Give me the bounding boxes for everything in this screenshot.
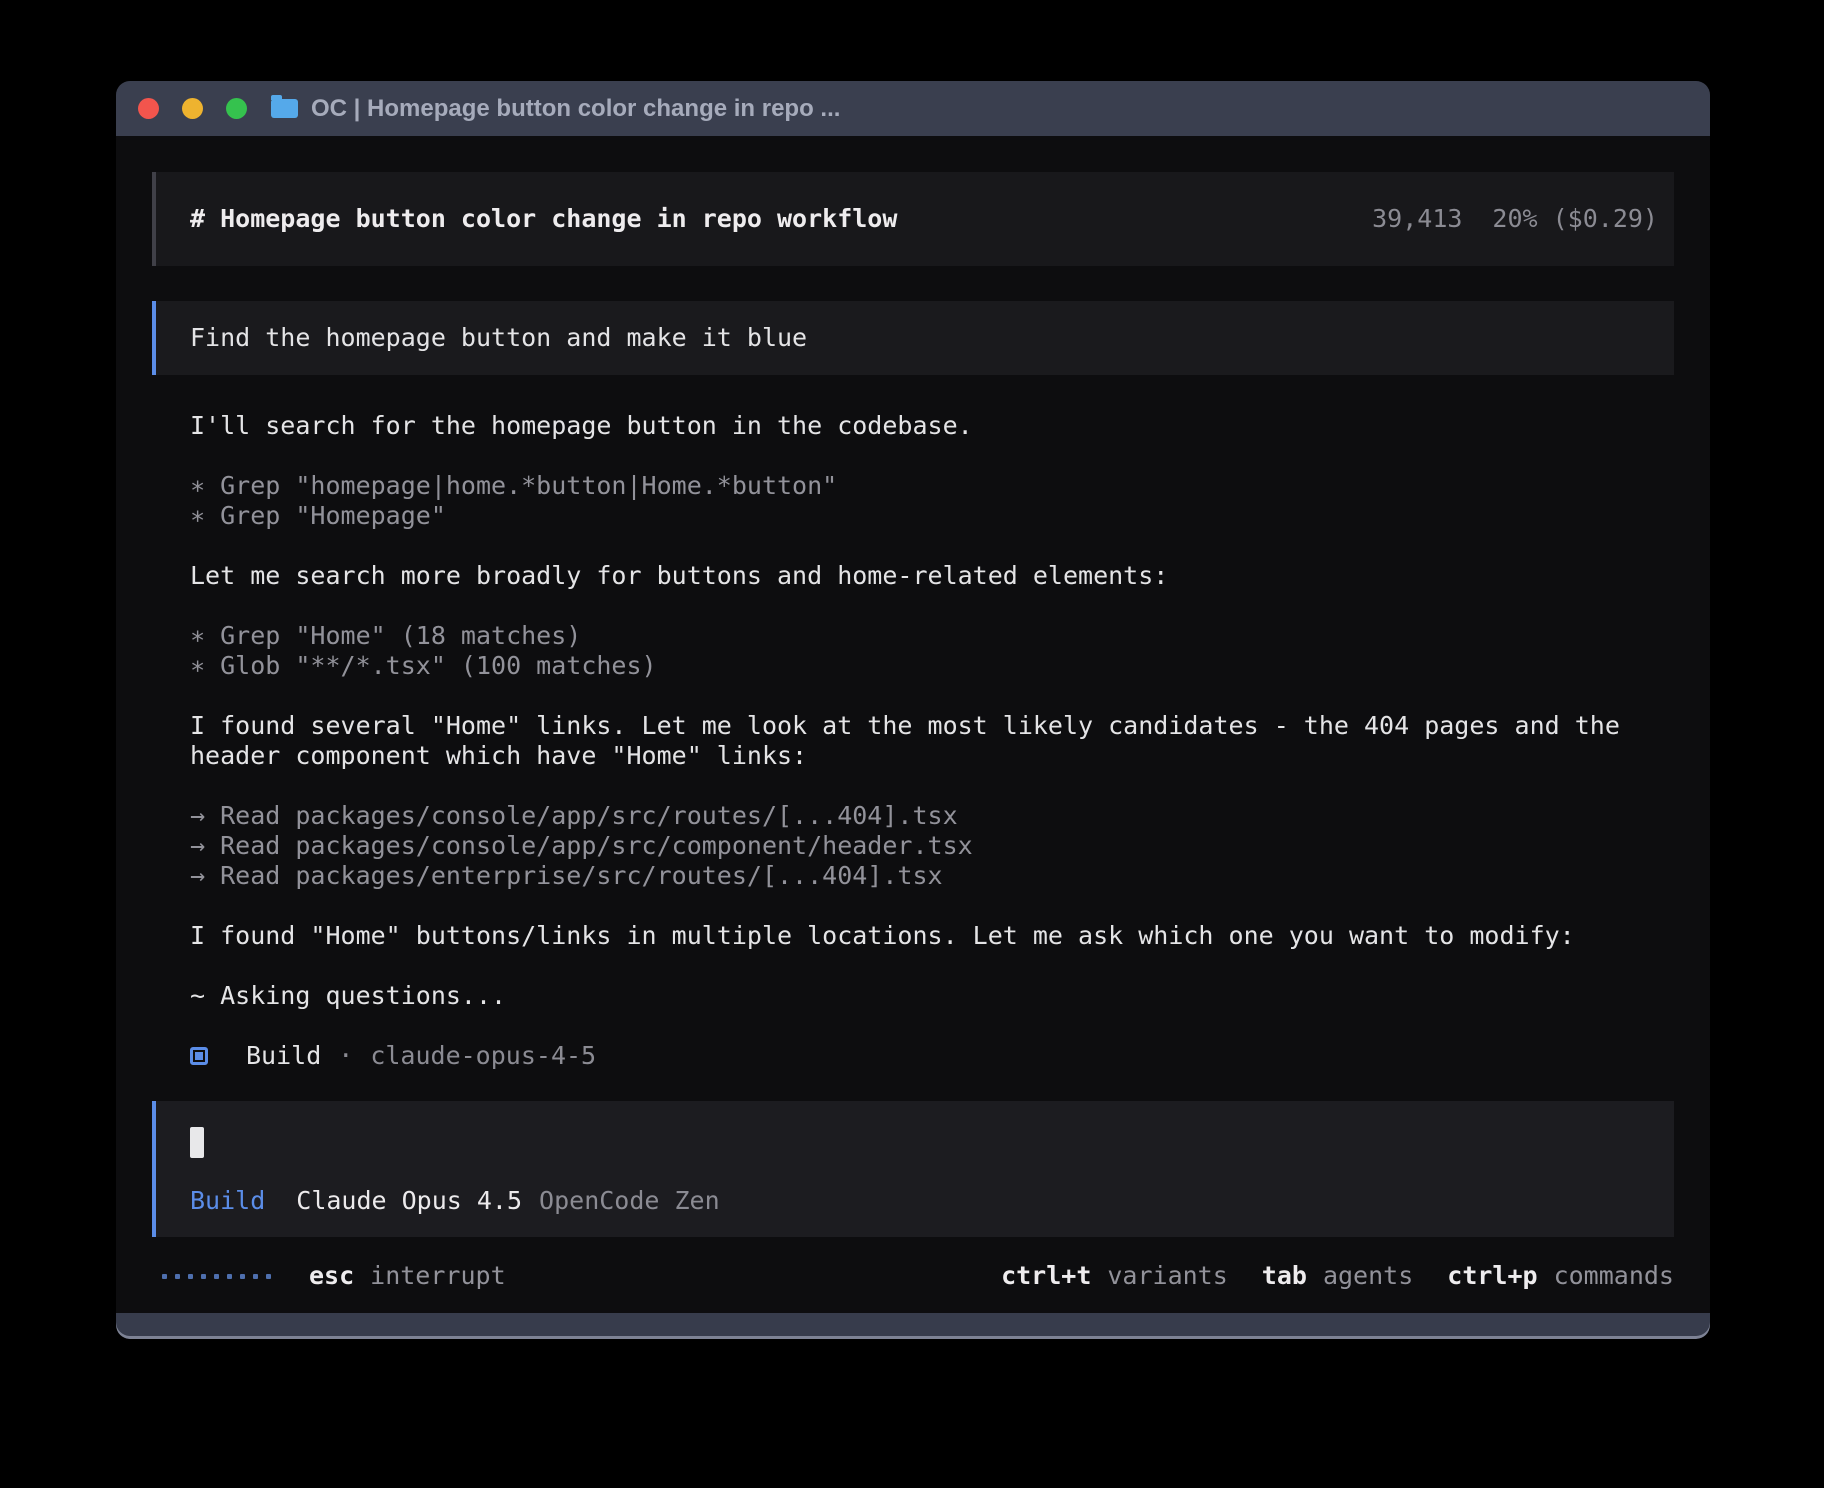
- session-header: # Homepage button color change in repo w…: [152, 172, 1674, 266]
- assistant-block: I found several "Home" links. Let me loo…: [152, 711, 1674, 771]
- message-line: → Read packages/console/app/src/routes/[…: [190, 801, 1674, 831]
- token-count: 39,413: [1372, 204, 1462, 233]
- assistant-block: ∗ Grep "Home" (18 matches)∗ Glob "**/*.t…: [152, 621, 1674, 681]
- separator-dot: ·: [338, 1041, 353, 1071]
- minimize-button[interactable]: [182, 98, 203, 119]
- terminal-window: OC | Homepage button color change in rep…: [116, 81, 1710, 1339]
- prompt-input[interactable]: Build Claude Opus 4.5 OpenCode Zen: [152, 1101, 1674, 1237]
- shortcut-label: variants: [1107, 1261, 1227, 1291]
- agent-name: Build: [246, 1041, 321, 1071]
- spinner-dots: [162, 1274, 271, 1279]
- message-line: → Read packages/enterprise/src/routes/[.…: [190, 861, 1674, 891]
- folder-icon: [271, 99, 298, 118]
- window-title: OC | Homepage button color change in rep…: [311, 95, 840, 123]
- spinner-dot: [266, 1274, 271, 1279]
- prompt-meta: Build Claude Opus 4.5 OpenCode Zen: [190, 1186, 1640, 1216]
- spinner-dot: [253, 1274, 258, 1279]
- message-line: ∗ Glob "**/*.tsx" (100 matches): [190, 651, 1674, 681]
- esc-key-hint: esc: [309, 1261, 354, 1291]
- spinner-dot: [214, 1274, 219, 1279]
- assistant-block: → Read packages/console/app/src/routes/[…: [152, 801, 1674, 891]
- shortcut-hints: ctrl+t variants tab agents ctrl+p commands: [1001, 1261, 1674, 1291]
- status-bar: esc interrupt ctrl+tvariantstabagentsctr…: [152, 1261, 1674, 1291]
- model-name: Claude Opus 4.5: [296, 1186, 522, 1216]
- shortcut-hint: ctrl+p commands: [1447, 1261, 1674, 1291]
- assistant-block: I'll search for the homepage button in t…: [152, 411, 1674, 441]
- terminal-content: # Homepage button color change in repo w…: [116, 136, 1710, 1313]
- message-line: I'll search for the homepage button in t…: [190, 411, 1674, 441]
- agent-model-name: claude-opus-4-5: [370, 1041, 596, 1071]
- assistant-block: ~ Asking questions...: [152, 981, 1674, 1011]
- shortcut-key: ctrl+p: [1447, 1261, 1537, 1291]
- window-bottom-edge: [116, 1313, 1710, 1339]
- close-button[interactable]: [138, 98, 159, 119]
- message-line: → Read packages/console/app/src/componen…: [190, 831, 1674, 861]
- spinner-dot: [188, 1274, 193, 1279]
- shortcut-label: agents: [1323, 1261, 1413, 1291]
- message-line: ∗ Grep "homepage|home.*button|Home.*butt…: [190, 471, 1674, 501]
- session-stats: 39,413 20% ($0.29): [1372, 204, 1658, 234]
- agent-status-row: Build · claude-opus-4-5: [152, 1041, 1674, 1071]
- message-line: Let me search more broadly for buttons a…: [190, 561, 1674, 591]
- status-bar-left: esc interrupt: [162, 1261, 506, 1291]
- shortcut-hint: ctrl+t variants: [1001, 1261, 1228, 1291]
- assistant-block: I found "Home" buttons/links in multiple…: [152, 921, 1674, 951]
- assistant-block: Let me search more broadly for buttons a…: [152, 561, 1674, 591]
- message-line: I found several "Home" links. Let me loo…: [190, 711, 1674, 741]
- conversation-log: I'll search for the homepage button in t…: [152, 411, 1674, 1071]
- session-title: # Homepage button color change in repo w…: [190, 204, 897, 234]
- spinner-dot: [175, 1274, 180, 1279]
- message-line: ∗ Grep "Home" (18 matches): [190, 621, 1674, 651]
- window-titlebar[interactable]: OC | Homepage button color change in rep…: [116, 81, 1710, 136]
- spinner-dot: [201, 1274, 206, 1279]
- spinner-dot: [227, 1274, 232, 1279]
- shortcut-hint: tab agents: [1262, 1261, 1413, 1291]
- user-message: Find the homepage button and make it blu…: [152, 301, 1674, 375]
- provider-name: OpenCode Zen: [539, 1186, 720, 1216]
- assistant-block: ∗ Grep "homepage|home.*button|Home.*butt…: [152, 471, 1674, 531]
- message-line: I found "Home" buttons/links in multiple…: [190, 921, 1674, 951]
- context-usage: 20% ($0.29): [1492, 204, 1658, 233]
- message-line: ~ Asking questions...: [190, 981, 1674, 1011]
- text-cursor: [190, 1127, 204, 1158]
- agent-status-icon: [190, 1047, 208, 1065]
- spinner-dot: [240, 1274, 245, 1279]
- user-message-text: Find the homepage button and make it blu…: [190, 323, 807, 352]
- shortcut-label: commands: [1554, 1261, 1674, 1291]
- shortcut-key: ctrl+t: [1001, 1261, 1091, 1291]
- maximize-button[interactable]: [226, 98, 247, 119]
- spinner-dot: [162, 1274, 167, 1279]
- agent-mode-label[interactable]: Build: [190, 1186, 265, 1216]
- esc-key-label: interrupt: [370, 1261, 505, 1291]
- message-line: ∗ Grep "Homepage": [190, 501, 1674, 531]
- message-line: header component which have "Home" links…: [190, 741, 1674, 771]
- shortcut-key: tab: [1262, 1261, 1307, 1291]
